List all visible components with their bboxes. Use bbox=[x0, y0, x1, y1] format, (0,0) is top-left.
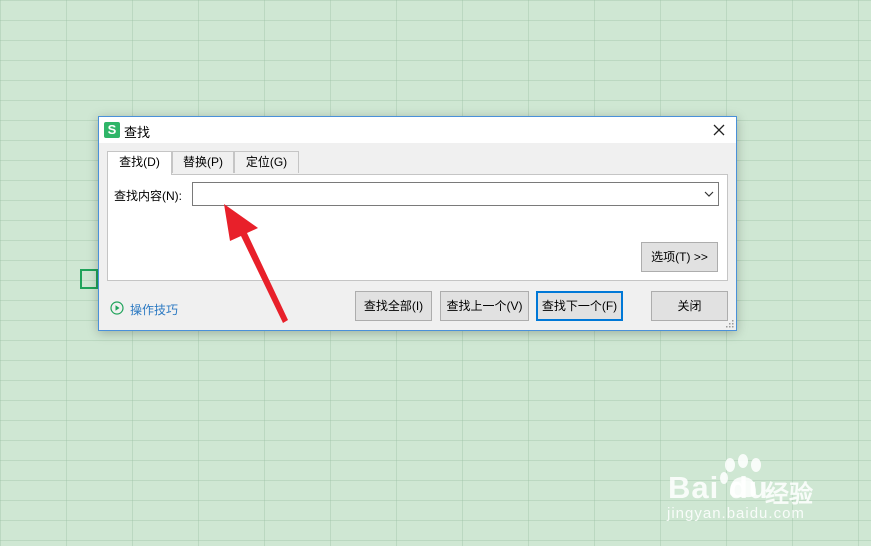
tips-link-label[interactable]: 操作技巧 bbox=[130, 301, 178, 318]
find-content-combobox[interactable] bbox=[192, 182, 719, 206]
chevron-down-icon[interactable] bbox=[704, 189, 714, 199]
options-button[interactable]: 选项(T) >> bbox=[641, 242, 718, 272]
dialog-title: 查找 bbox=[124, 125, 151, 140]
play-circle-icon[interactable] bbox=[110, 301, 124, 315]
find-content-input[interactable] bbox=[193, 183, 693, 205]
close-icon bbox=[713, 124, 725, 136]
tab-find[interactable]: 查找(D) bbox=[107, 151, 172, 175]
find-previous-button[interactable]: 查找上一个(V) bbox=[440, 291, 529, 321]
find-next-button[interactable]: 查找下一个(F) bbox=[536, 291, 623, 321]
find-panel: 查找内容(N): 选项(T) >> bbox=[107, 174, 728, 281]
tab-goto[interactable]: 定位(G) bbox=[234, 151, 299, 173]
wps-s-icon: S bbox=[104, 122, 120, 138]
baidu-paw-icon bbox=[720, 454, 761, 498]
find-dialog: S 查找 查找(D) 替换(P) 定位(G) 查找内容(N): 选项(T) >>… bbox=[98, 116, 737, 331]
selected-cell-marker bbox=[80, 269, 98, 289]
find-all-button[interactable]: 查找全部(I) bbox=[355, 291, 432, 321]
close-button[interactable] bbox=[702, 117, 736, 143]
watermark-url: jingyan.baidu.com bbox=[667, 505, 805, 522]
tab-replace[interactable]: 替换(P) bbox=[172, 151, 234, 173]
watermark-text: 经验 bbox=[765, 481, 813, 508]
title-bar: S 查找 bbox=[99, 117, 736, 143]
find-content-label: 查找内容(N): bbox=[114, 189, 182, 203]
resize-grip-icon[interactable] bbox=[725, 319, 734, 328]
close-dialog-button[interactable]: 关闭 bbox=[651, 291, 728, 321]
